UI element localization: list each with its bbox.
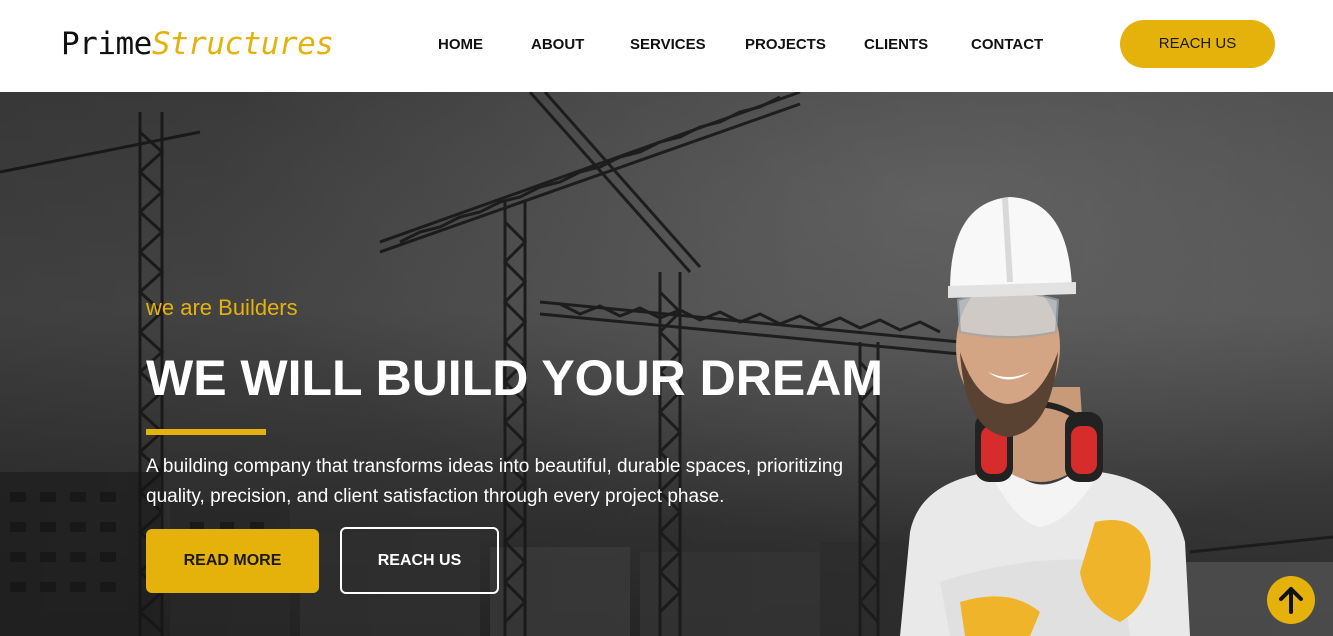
logo-prime: Prime <box>61 26 152 62</box>
logo-structures: Structures <box>151 26 334 62</box>
arrow-up-icon <box>1279 587 1303 614</box>
nav-projects[interactable]: PROJECTS <box>745 34 826 56</box>
reach-us-hero-button[interactable]: REACH US <box>340 527 499 594</box>
scroll-to-top-button[interactable] <box>1267 576 1315 624</box>
site-logo[interactable]: PrimeStructures <box>61 26 334 62</box>
nav-services[interactable]: SERVICES <box>630 34 706 56</box>
read-more-button[interactable]: READ MORE <box>146 529 319 593</box>
nav-home[interactable]: HOME <box>438 34 483 56</box>
worker-with-hard-hat-image <box>900 197 1190 636</box>
hero-description: A building company that transforms ideas… <box>146 456 844 507</box>
nav-clients[interactable]: CLIENTS <box>864 34 928 56</box>
nav-contact[interactable]: CONTACT <box>971 34 1043 56</box>
reach-us-nav-button[interactable]: REACH US <box>1120 20 1275 68</box>
nav-about[interactable]: ABOUT <box>531 34 584 56</box>
hero-section: we are Builders WE WILL BUILD YOUR DREAM… <box>0 92 1333 636</box>
navbar: PrimeStructures HOME ABOUT SERVICES PROJ… <box>0 0 1333 92</box>
hero-kicker: we are Builders <box>146 295 298 320</box>
hero-title: WE WILL BUILD YOUR DREAM <box>146 350 884 406</box>
hero-title-underline <box>146 429 266 435</box>
